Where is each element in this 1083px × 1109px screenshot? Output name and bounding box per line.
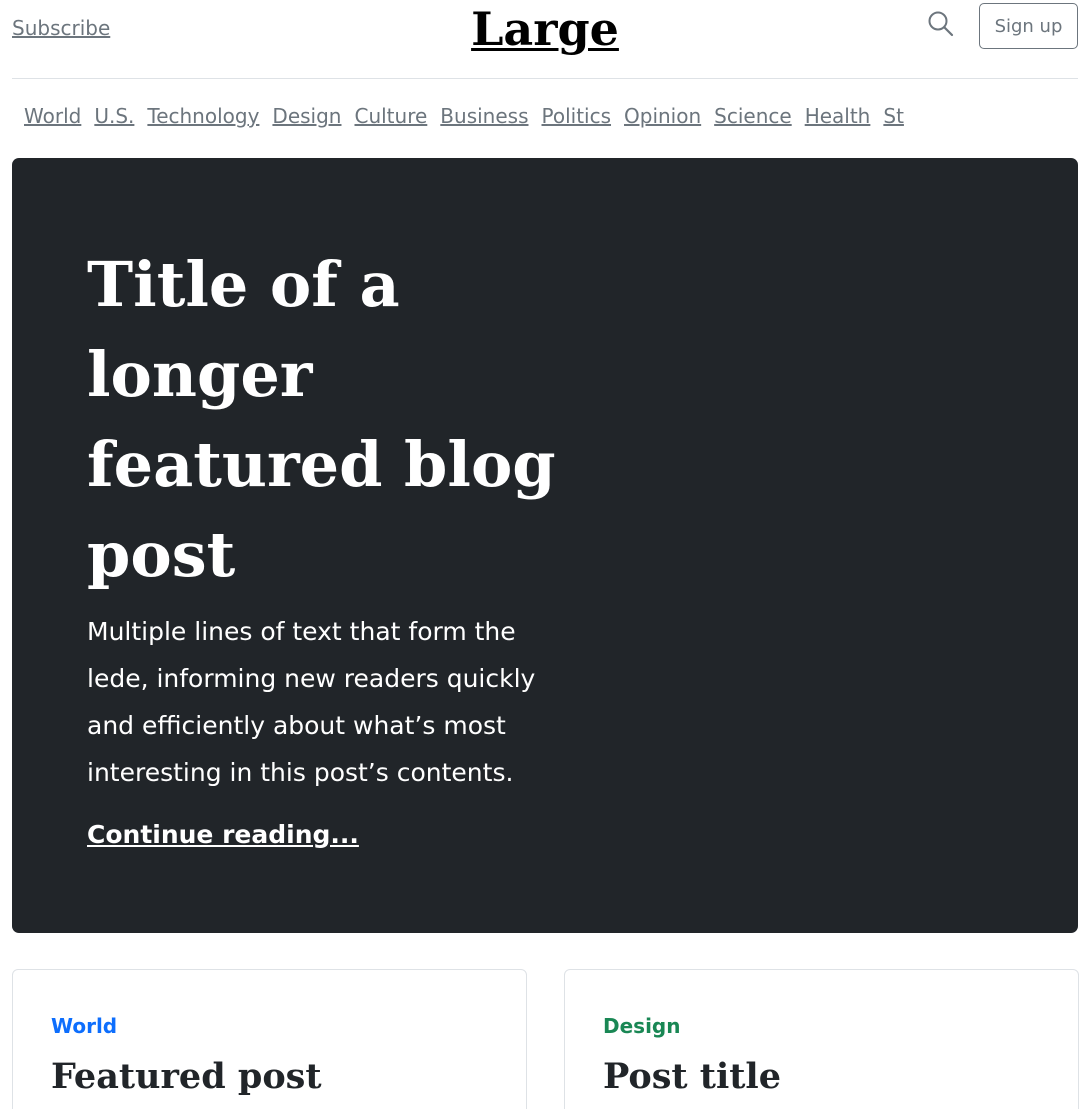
nav-item-style[interactable]: St (883, 94, 904, 138)
hero-lede: Multiple lines of text that form the led… (87, 617, 536, 787)
site-header: Subscribe Large Sign up (12, 0, 1078, 79)
card-title: Post title (603, 1056, 781, 1097)
nav-item-world[interactable]: World (24, 94, 81, 138)
nav-item-design[interactable]: Design (272, 94, 341, 138)
post-card-world: World Featured post (12, 969, 527, 1109)
featured-hero: Title of a longer featured blog post Mul… (12, 158, 1078, 933)
card-category[interactable]: World (51, 1014, 117, 1038)
nav-item-culture[interactable]: Culture (354, 94, 427, 138)
card-title: Featured post (51, 1056, 322, 1097)
hero-title: Title of a longer featured blog post (87, 248, 556, 591)
search-icon[interactable] (926, 9, 956, 39)
nav-item-health[interactable]: Health (805, 94, 871, 138)
nav-item-opinion[interactable]: Opinion (624, 94, 701, 138)
nav-item-business[interactable]: Business (440, 94, 528, 138)
category-nav: World U.S. Technology Design Culture Business… (12, 94, 1083, 138)
post-card-design: Design Post title (564, 969, 1079, 1109)
page: Subscribe Large Sign up World U.S. Technol… (0, 0, 1083, 1109)
nav-item-technology[interactable]: Technology (147, 94, 259, 138)
sign-up-button[interactable]: Sign up (979, 3, 1078, 49)
site-logo-wrapper: Large (12, 0, 1078, 58)
nav-item-us[interactable]: U.S. (94, 94, 134, 138)
continue-reading-link[interactable]: Continue reading... (87, 820, 359, 849)
subscribe-link[interactable]: Subscribe (12, 16, 110, 40)
nav-item-science[interactable]: Science (714, 94, 792, 138)
card-category[interactable]: Design (603, 1014, 680, 1038)
site-logo[interactable]: Large (471, 2, 619, 56)
nav-item-politics[interactable]: Politics (542, 94, 612, 138)
